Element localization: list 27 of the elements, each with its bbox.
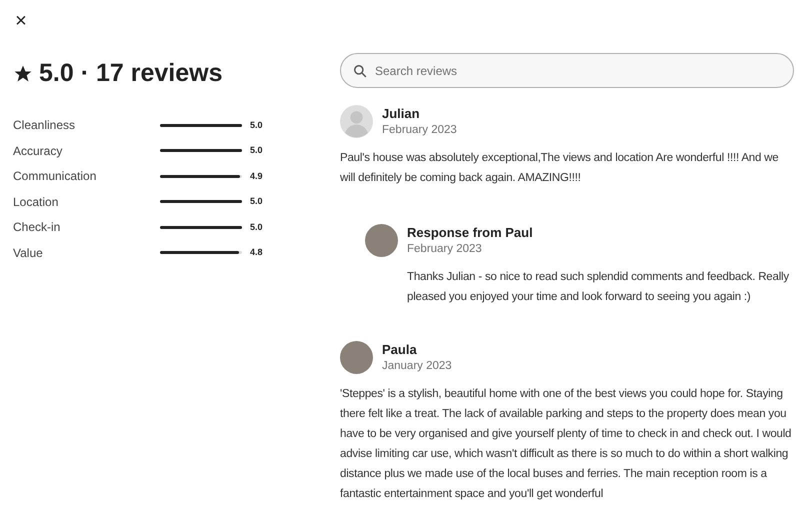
review-text: Paul's house was absolutely exceptional,The views and location Are wonderful !!!! And we will definitely be coming back again. AMAZING!!!!	[340, 151, 780, 186]
review-date: January 2023	[382, 358, 452, 374]
category-label: Cleanliness	[13, 117, 76, 134]
category-score: 4.8	[250, 246, 263, 259]
category-label: Accuracy	[13, 142, 64, 160]
category-score: 4.9	[250, 170, 263, 182]
category-score: 5.0	[250, 195, 263, 208]
response-text: Thanks Julian - so nice to read such splendid comments and feedback. Really pleased you enjoyed your time and look forward to seeing you again :)	[406, 270, 790, 305]
category-label: Value	[13, 244, 44, 262]
close-button[interactable]: ×	[13, 10, 29, 32]
category-label: Communication	[13, 168, 98, 186]
review-date: February 2023	[407, 242, 483, 256]
reviewer-name: Response from Paul	[407, 224, 533, 240]
search-icon	[353, 64, 367, 78]
search-bar[interactable]: Search reviews	[340, 53, 794, 88]
search-field[interactable]: Search reviews	[375, 62, 781, 80]
category-score: 5.0	[250, 220, 263, 234]
reviewer-name: Julian	[382, 106, 421, 122]
reviewer-name: Paula	[382, 342, 418, 358]
review-date: February 2023	[382, 122, 457, 138]
category-label: Check-in	[13, 219, 62, 236]
review-text: 'Steppes' is a stylish, beautiful home with one of the best views you could hope for. Staying there felt like a treat. The lack of available parking and steps to the property does mean you have to be very organised and give yourself plenty of time to check in and check out. I would advise limiting car use, which wasn't difficult as there is so much to do within a short walking distance plus we made use of the local buses and ferries. The main reception room is a fantastic entertainment space and you'll get wonderful	[340, 387, 792, 502]
category-score: 5.0	[250, 118, 263, 132]
rating-heading: 5.0 · 17 reviews	[39, 58, 222, 89]
category-score: 5.0	[250, 144, 263, 157]
star-icon	[13, 64, 33, 84]
category-label: Location	[13, 194, 60, 211]
